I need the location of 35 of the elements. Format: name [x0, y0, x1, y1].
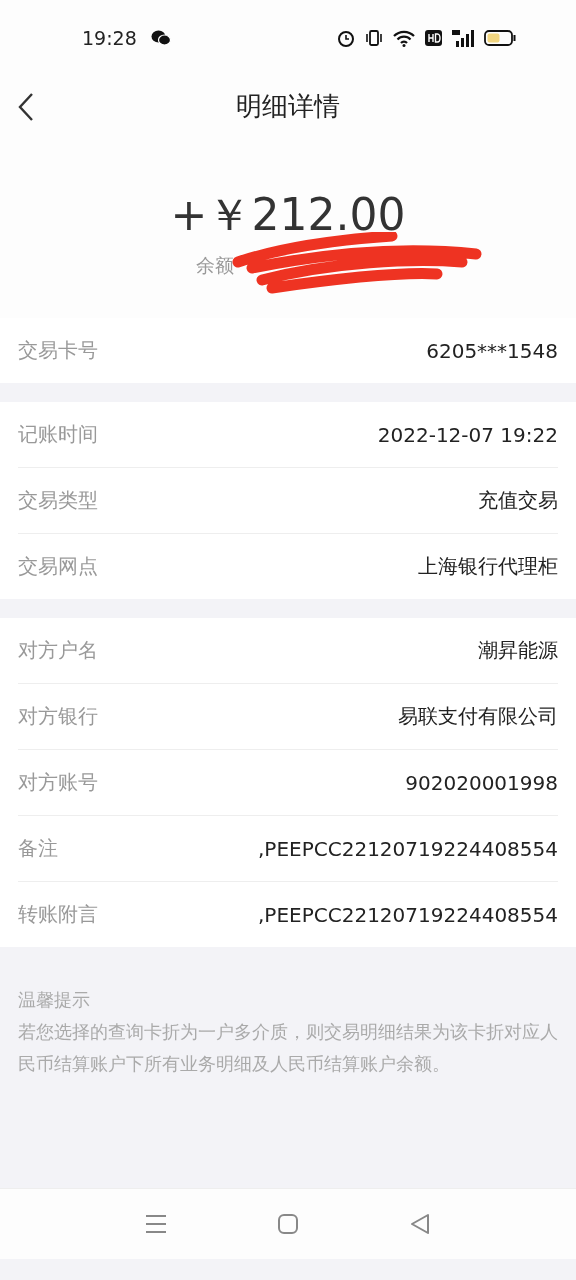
battery-icon: [484, 30, 516, 46]
signal-icon: [452, 29, 474, 47]
vibrate-icon: [365, 29, 383, 47]
field-label: 备注: [18, 835, 58, 862]
wifi-icon: [393, 29, 415, 47]
field-value: 6205***1548: [426, 338, 558, 363]
field-value: 上海银行代理柜: [418, 553, 558, 580]
field-label: 记账时间: [18, 421, 98, 448]
field-value: 潮昇能源: [478, 637, 558, 664]
status-time: 19:28: [82, 27, 137, 49]
field-value: 902020001998: [405, 770, 558, 795]
field-label: 对方银行: [18, 703, 98, 730]
field-value: 易联支付有限公司: [398, 703, 558, 730]
field-label: 交易类型: [18, 487, 98, 514]
alarm-icon: [337, 29, 355, 47]
back-nav-icon[interactable]: [409, 1213, 431, 1235]
page-title: 明细详情: [236, 89, 340, 123]
field-label: 对方户名: [18, 637, 98, 664]
menu-icon[interactable]: [145, 1214, 167, 1234]
tip-title: 温馨提示: [18, 989, 91, 1012]
field-label: 对方账号: [18, 769, 98, 796]
chat-icon: [150, 30, 171, 46]
field-value: ,PEEPCC22120719224408554: [258, 836, 558, 861]
field-value: ,PEEPCC22120719224408554: [258, 902, 558, 927]
home-icon[interactable]: [277, 1213, 299, 1235]
field-label: 转账附言: [18, 901, 98, 928]
field-label: 交易卡号: [18, 337, 98, 364]
field-value: 充值交易: [478, 487, 558, 514]
field-label: 交易网点: [18, 553, 98, 580]
tip-text: 若您选择的查询卡折为一户多介质，则交易明细结果为该卡折对应人民币结算账户下所有业务明细及人民币结算账户余额。: [18, 1021, 558, 1076]
balance-label: 余额: [196, 253, 234, 278]
amount: +￥212.00: [170, 188, 406, 242]
back-icon[interactable]: [16, 92, 36, 122]
field-value: 2022-12-07 19:22: [377, 422, 558, 447]
hd-icon: [425, 30, 442, 46]
